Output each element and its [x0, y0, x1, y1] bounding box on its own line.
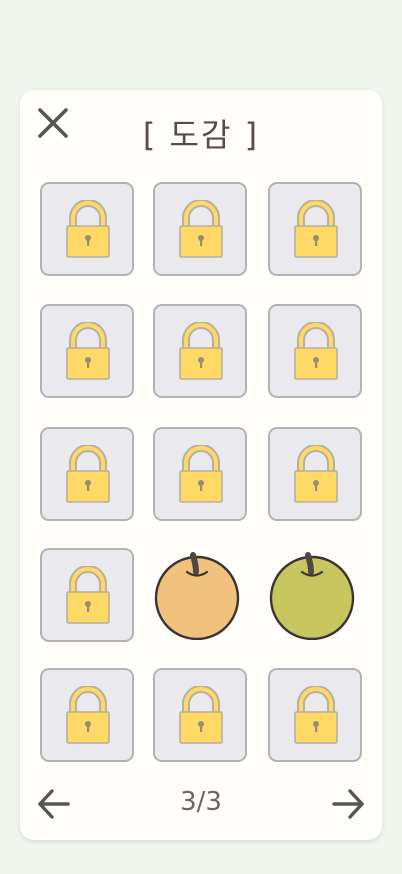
lock-icon	[66, 686, 110, 744]
arrow-right-icon	[332, 789, 364, 819]
locked-tile[interactable]	[268, 182, 362, 276]
collection-slot[interactable]	[153, 304, 247, 398]
locked-tile[interactable]	[40, 304, 134, 398]
lock-icon	[66, 566, 110, 624]
collection-slot[interactable]	[153, 548, 247, 642]
pear-icon[interactable]	[264, 542, 360, 644]
locked-tile[interactable]	[153, 427, 247, 521]
locked-tile[interactable]	[40, 427, 134, 521]
locked-tile[interactable]	[268, 668, 362, 762]
locked-tile[interactable]	[153, 182, 247, 276]
collection-slot[interactable]	[153, 182, 247, 276]
lock-icon	[294, 200, 338, 258]
collection-slot[interactable]	[40, 548, 134, 642]
lock-icon	[294, 322, 338, 380]
collection-slot[interactable]	[268, 668, 362, 762]
page-indicator: 3/3	[180, 787, 222, 817]
collection-slot[interactable]	[153, 427, 247, 521]
lock-icon	[294, 686, 338, 744]
lock-icon	[66, 322, 110, 380]
collection-slot[interactable]	[40, 182, 134, 276]
collection-slot[interactable]	[268, 548, 362, 642]
next-page-button[interactable]	[330, 786, 366, 822]
lock-icon	[294, 445, 338, 503]
lock-icon	[179, 686, 223, 744]
lock-icon	[66, 445, 110, 503]
collection-slot[interactable]	[40, 668, 134, 762]
collection-slot[interactable]	[268, 182, 362, 276]
lock-icon	[179, 322, 223, 380]
locked-tile[interactable]	[268, 304, 362, 398]
pear-icon[interactable]	[149, 542, 245, 644]
collection-slot[interactable]	[40, 304, 134, 398]
collection-slot[interactable]	[40, 427, 134, 521]
collection-slot[interactable]	[153, 668, 247, 762]
locked-tile[interactable]	[40, 668, 134, 762]
locked-tile[interactable]	[153, 304, 247, 398]
collection-slot[interactable]	[268, 427, 362, 521]
locked-tile[interactable]	[40, 182, 134, 276]
locked-tile[interactable]	[268, 427, 362, 521]
locked-tile[interactable]	[153, 668, 247, 762]
lock-icon	[179, 445, 223, 503]
locked-tile[interactable]	[40, 548, 134, 642]
collection-modal: [ 도감 ] 3/3	[20, 90, 382, 840]
lock-icon	[179, 200, 223, 258]
lock-icon	[66, 200, 110, 258]
collection-grid	[20, 90, 382, 840]
collection-slot[interactable]	[268, 304, 362, 398]
